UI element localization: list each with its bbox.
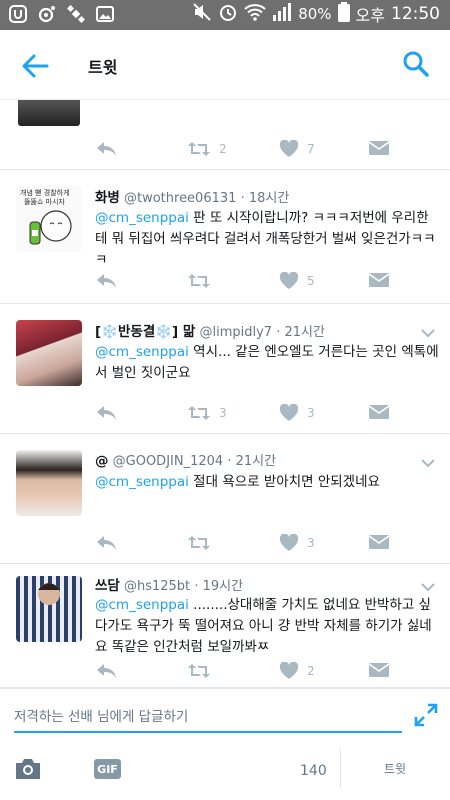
dm-icon[interactable] [369, 404, 389, 420]
retweet-count: 2 [219, 142, 227, 156]
retweet-button[interactable]: 3 [187, 404, 227, 422]
back-arrow-icon[interactable] [20, 52, 50, 80]
tweet-text: @cm_senppai 판 또 시작이랍니까? ㅋㅋㅋ저번에 우리한테 뭐 뒤집… [95, 208, 440, 271]
tweet-actions: 2 7 [95, 140, 395, 160]
display-name[interactable]: 쓰담 [95, 578, 120, 594]
tweet-actions: 3 [95, 534, 395, 554]
expand-icon[interactable] [414, 703, 438, 727]
tweet-item[interactable]: @ @GOODJIN_1204 · 21시간 @cm_senppai 절대 욕으… [0, 434, 450, 564]
character-count: 140 [300, 763, 327, 779]
signal-icon [272, 3, 292, 25]
chevron-down-icon[interactable] [420, 578, 436, 592]
user-handle[interactable]: @limpidly7 [199, 325, 272, 340]
display-name[interactable]: 화병 [95, 190, 120, 206]
avatar[interactable] [16, 320, 82, 386]
time-ampm: 오후 [355, 6, 385, 25]
like-count: 5 [307, 274, 315, 288]
tweet-time: · 21시간 [227, 454, 277, 469]
tweet-text: @cm_senppai 절대 욕으로 받아치면 안되겠네요 [95, 472, 440, 493]
tweet-actions: 3 3 [95, 404, 395, 424]
like-button[interactable]: 2 [279, 662, 315, 680]
camera-icon[interactable] [14, 757, 42, 781]
tweet-header: 쓰담 @hs125bt · 19시간 [95, 574, 243, 594]
user-handle[interactable]: @GOODJIN_1204 [113, 454, 224, 469]
dm-icon[interactable] [369, 662, 389, 678]
page-title: 트윗 [88, 58, 118, 77]
like-count: 3 [307, 536, 315, 550]
app-header: 트윗 [0, 30, 450, 100]
tweet-item[interactable]: [❄️반동결❄️] 맒 @limpidly7 · 21시간 @cm_senppa… [0, 304, 450, 434]
tweet-item[interactable]: 개념 뻗 경찰하게 뚫뚫쇼 마시자 화병 @twothree06131 · 18… [0, 170, 450, 304]
avatar[interactable] [16, 576, 82, 642]
wifi-icon [244, 2, 266, 26]
tweet-text: @cm_senppai 역시... 같은 엔오엘도 거른다는 곳인 엑톡에서 벌… [95, 342, 440, 384]
tweet-time: · 19시간 [194, 579, 244, 594]
reply-icon[interactable] [95, 534, 117, 552]
like-button[interactable]: 7 [279, 140, 315, 158]
battery-icon [337, 2, 350, 26]
partial-tweet-avatar [18, 100, 80, 126]
mention-link[interactable]: @cm_senppai [95, 344, 189, 360]
svg-text:뚫뚫쇼 마시자: 뚫뚫쇼 마시자 [24, 197, 65, 206]
tweet-button[interactable]: 트윗 [360, 755, 430, 781]
tweet-actions: 2 [95, 662, 395, 682]
retweet-button[interactable] [187, 272, 219, 290]
mute-icon [192, 2, 212, 26]
user-handle[interactable]: @hs125bt [124, 579, 190, 594]
tweet-header: [❄️반동결❄️] 맒 @limpidly7 · 21시간 [95, 320, 325, 340]
retweet-count: 3 [219, 406, 227, 420]
like-button[interactable]: 5 [279, 272, 315, 290]
retweet-button[interactable]: 2 [187, 140, 227, 158]
image-notification-icon [95, 4, 115, 24]
mention-link[interactable]: @cm_senppai [95, 210, 189, 226]
tweet-text: @cm_senppai ........상대해줄 가치도 없네요 반박하고 싶다… [95, 595, 440, 658]
display-name[interactable]: @ [95, 453, 109, 469]
user-handle[interactable]: @twothree06131 [124, 191, 236, 206]
avatar[interactable]: 개념 뻗 경찰하게 뚫뚫쇼 마시자 [16, 186, 82, 252]
search-icon[interactable] [402, 50, 430, 78]
tweet-feed[interactable]: 2 7 개념 뻗 경찰하게 뚫뚫쇼 마시자 화병 @twothree06131 … [0, 100, 450, 688]
like-button[interactable]: 3 [279, 534, 315, 552]
reply-composer: GIF 140 트윗 [0, 688, 450, 800]
alarm-icon [218, 2, 238, 26]
tweet-time: · 21시간 [276, 325, 325, 340]
dm-icon[interactable] [369, 140, 389, 156]
chevron-down-icon[interactable] [420, 324, 436, 338]
like-count: 2 [307, 664, 315, 678]
tweet-time: · 18시간 [240, 191, 290, 206]
dm-icon[interactable] [369, 272, 389, 288]
gif-button[interactable]: GIF [94, 759, 121, 779]
mention-link[interactable]: @cm_senppai [95, 474, 189, 490]
tweet-item[interactable]: 쓰담 @hs125bt · 19시간 @cm_senppai ........상… [0, 564, 450, 688]
divider [340, 749, 341, 789]
reply-icon[interactable] [95, 272, 117, 290]
app-notification-icon [8, 4, 28, 24]
retweet-button[interactable] [187, 662, 219, 680]
reply-icon[interactable] [95, 140, 117, 158]
chevron-down-icon[interactable] [420, 454, 436, 468]
dm-icon[interactable] [369, 534, 389, 550]
reply-icon[interactable] [95, 662, 117, 680]
like-button[interactable]: 3 [279, 404, 315, 422]
retweet-button[interactable] [187, 534, 219, 552]
tweet-header: 화병 @twothree06131 · 18시간 [95, 186, 289, 206]
battery-percent: 80% [298, 5, 332, 23]
like-count: 3 [307, 406, 315, 420]
avatar[interactable] [16, 450, 82, 516]
tweet-actions: 5 [95, 272, 395, 292]
tweet-header: @ @GOODJIN_1204 · 21시간 [95, 450, 276, 469]
status-bar: 80% 오후 12:50 [0, 0, 450, 30]
camera-notification-icon [37, 4, 57, 24]
tweet-body: 절대 욕으로 받아치면 안되겠네요 [188, 474, 380, 490]
partial-tweet[interactable]: 2 7 [0, 100, 450, 170]
svg-text:개념 뻗 경찰하게: 개념 뻗 경찰하게 [20, 188, 70, 197]
clock: 12:50 [391, 4, 440, 24]
mention-link[interactable]: @cm_senppai [95, 597, 189, 613]
reply-icon[interactable] [95, 404, 117, 422]
reply-input[interactable] [14, 703, 402, 733]
display-name[interactable]: [❄️반동결❄️] 맒 [95, 324, 195, 340]
satellite-icon [66, 4, 86, 24]
like-count: 7 [307, 142, 315, 156]
